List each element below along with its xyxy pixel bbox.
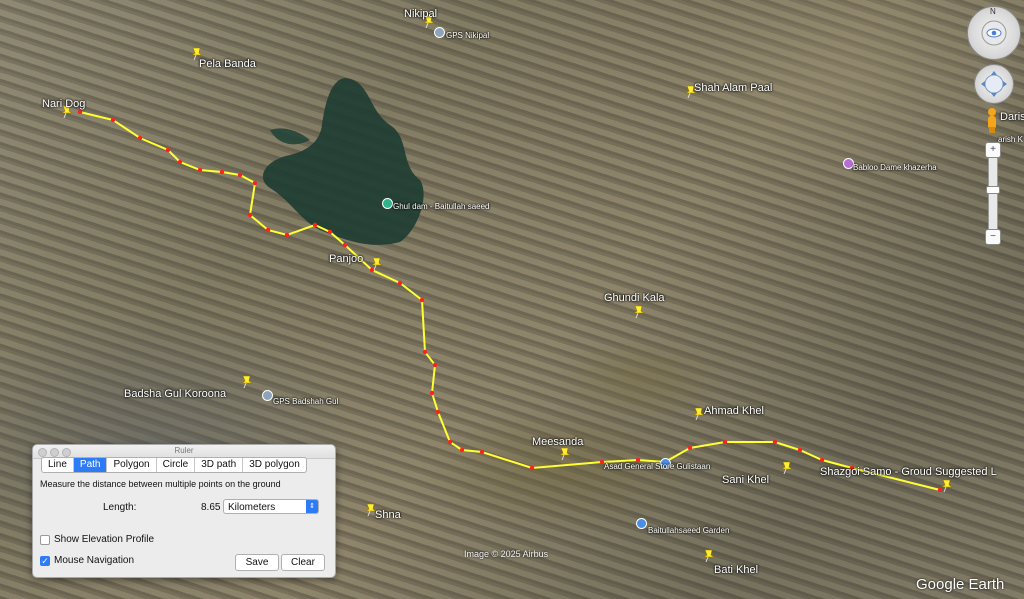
path-vertex[interactable] [479, 449, 485, 455]
path-vertex[interactable] [722, 439, 728, 445]
place-label[interactable]: Nari Dog [42, 98, 85, 110]
pin-icon[interactable] [632, 304, 646, 318]
path-vertex[interactable] [77, 109, 83, 115]
zoom-slider-handle[interactable] [986, 186, 1000, 194]
place-label[interactable]: arish K [998, 135, 1023, 144]
street-view-pegman-icon[interactable] [985, 107, 999, 135]
path-vertex[interactable] [447, 439, 453, 445]
place-label[interactable]: Sani Khel [722, 474, 769, 486]
tab-circle[interactable]: Circle [157, 458, 196, 472]
path-vertex[interactable] [165, 147, 171, 153]
tab-line[interactable]: Line [42, 458, 74, 472]
path-vertex[interactable] [237, 172, 243, 178]
dam-poi-icon[interactable] [382, 198, 393, 209]
unit-select[interactable]: Kilometers ⇕ [223, 499, 319, 514]
unit-select-value: Kilometers [228, 502, 276, 513]
tab-path[interactable]: Path [73, 458, 108, 472]
save-button[interactable]: Save [235, 554, 279, 571]
path-vertex[interactable] [529, 465, 535, 471]
place-label[interactable]: GPS Badshah Gul [273, 397, 338, 406]
path-vertex[interactable] [265, 227, 271, 233]
path-vertex[interactable] [197, 167, 203, 173]
zoom-out-button[interactable]: − [985, 229, 1001, 245]
path-vertex[interactable] [797, 447, 803, 453]
garden-poi-icon[interactable] [636, 518, 647, 529]
path-vertex[interactable] [312, 222, 318, 228]
path-vertex[interactable] [219, 169, 225, 175]
place-label[interactable]: Ahmad Khel [704, 405, 764, 417]
path-vertex[interactable] [432, 362, 438, 368]
ruler-description: Measure the distance between multiple po… [40, 479, 281, 489]
gps-poi-icon[interactable] [434, 27, 445, 38]
move-arrows-icon [981, 71, 1007, 97]
image-credit: Image © 2025 Airbus [464, 549, 549, 559]
path-vertex[interactable] [435, 409, 441, 415]
show-elevation-checkbox[interactable] [40, 535, 50, 545]
ruler-mode-tabs[interactable]: Line Path Polygon Circle 3D path 3D poly… [41, 457, 307, 473]
google-earth-logo: Google Earth [916, 576, 1005, 593]
path-vertex[interactable] [459, 447, 465, 453]
path-vertex[interactable] [327, 229, 333, 235]
path-vertex[interactable] [342, 242, 348, 248]
place-label[interactable]: Baitullahsaeed Garden [648, 526, 729, 535]
look-compass-control[interactable]: N [967, 6, 1021, 60]
path-vertex[interactable] [397, 280, 403, 286]
pin-icon[interactable] [780, 460, 794, 474]
place-label[interactable]: Shah Alam Paal [694, 82, 772, 94]
ruler-window[interactable]: Ruler Line Path Polygon Circle 3D path 3… [32, 444, 336, 578]
path-vertex[interactable] [177, 159, 183, 165]
path-vertex[interactable] [819, 457, 825, 463]
tab-polygon[interactable]: Polygon [107, 458, 157, 472]
place-label[interactable]: Pela Banda [199, 58, 256, 70]
place-label[interactable]: Nikipal [404, 8, 437, 20]
place-label[interactable]: Ghul dam - Baitullah saeed [393, 202, 490, 211]
place-label[interactable]: Panjoo [329, 253, 363, 265]
tab-3d-path[interactable]: 3D path [195, 458, 244, 472]
place-label[interactable]: Meesanda [532, 436, 583, 448]
show-elevation-label[interactable]: Show Elevation Profile [54, 534, 154, 545]
place-label[interactable]: Daris [1000, 111, 1024, 123]
path-vertex[interactable] [284, 232, 290, 238]
mouse-navigation-checkbox[interactable]: ✓ [40, 556, 50, 566]
path-vertex[interactable] [110, 117, 116, 123]
path-vertex[interactable] [772, 439, 778, 445]
pin-icon[interactable] [702, 548, 716, 562]
place-label[interactable]: Badsha Gul Koroona [124, 388, 226, 400]
place-label[interactable]: Ghundi Kala [604, 292, 665, 304]
move-control[interactable] [974, 64, 1014, 104]
pin-icon[interactable] [940, 478, 954, 492]
path-vertex[interactable] [419, 297, 425, 303]
place-label[interactable]: Shazgoi Samo - Groud Suggested L [820, 466, 997, 478]
path-vertex[interactable] [137, 135, 143, 141]
place-label[interactable]: Bati Khel [714, 564, 758, 576]
path-vertex[interactable] [422, 349, 428, 355]
pin-icon[interactable] [240, 374, 254, 388]
pin-icon[interactable] [558, 446, 572, 460]
length-label: Length: [103, 502, 137, 513]
chevron-updown-icon: ⇕ [306, 500, 318, 513]
path-vertex[interactable] [252, 180, 258, 186]
gps-poi-icon[interactable] [262, 390, 273, 401]
place-label[interactable]: Asad General Store Gulistaan [604, 462, 710, 471]
zoom-in-button[interactable]: + [985, 142, 1001, 158]
tab-3d-polygon[interactable]: 3D polygon [243, 458, 306, 472]
ruler-title: Ruler [174, 446, 194, 455]
eye-icon [981, 20, 1007, 46]
mouse-navigation-label[interactable]: Mouse Navigation [54, 555, 134, 566]
place-label[interactable]: Shna [375, 509, 401, 521]
path-vertex[interactable] [429, 390, 435, 396]
pin-icon[interactable] [370, 256, 384, 270]
clear-button[interactable]: Clear [281, 554, 325, 571]
place-label[interactable]: GPS Nikipal [446, 31, 489, 40]
length-value: 8.65 [201, 502, 221, 513]
place-label[interactable]: Babloo Dame khazerha [853, 163, 937, 172]
path-vertex[interactable] [247, 212, 253, 218]
path-vertex[interactable] [687, 445, 693, 451]
